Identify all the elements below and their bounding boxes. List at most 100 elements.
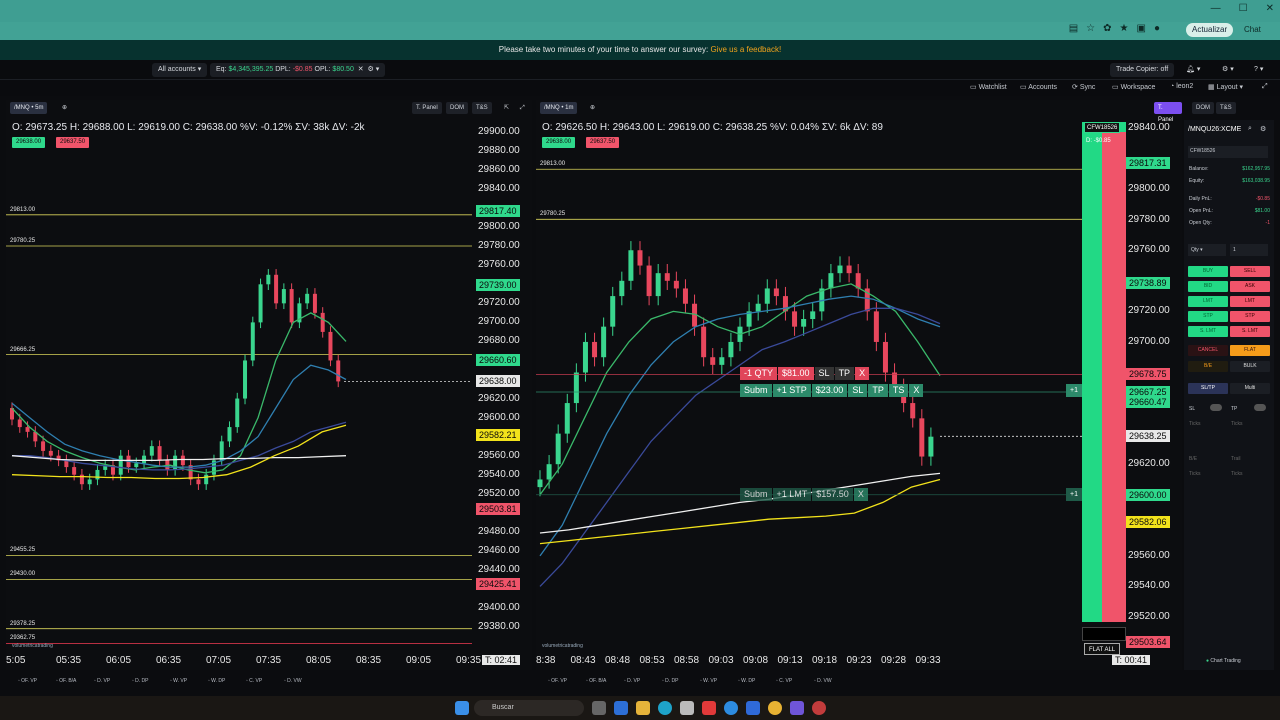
help-app-icon[interactable] <box>724 701 738 715</box>
footer-toggle[interactable]: ◦ C. VP <box>776 678 792 684</box>
gear-icon[interactable]: ⚙ ▾ <box>366 66 380 73</box>
qty-type-select[interactable]: Qty ▾ <box>1188 244 1226 256</box>
y-axis-tick: 29520.00 <box>478 487 520 499</box>
y-axis-tick: 29600.00 <box>478 411 520 423</box>
chat-button[interactable]: Chat <box>1238 23 1267 37</box>
y-axis-tick: 29760.00 <box>478 259 520 271</box>
extension-icon[interactable]: ✿ <box>1103 23 1111 34</box>
tp-toggle[interactable] <box>1254 404 1266 411</box>
order-stp-line[interactable]: Subm +1 STP $23.00 SL TP TS X <box>740 384 924 397</box>
layout-button[interactable]: ▦ Layout ▾ <box>1208 83 1243 91</box>
x-axis-tick: 07:35 <box>256 655 282 666</box>
accounts-button[interactable]: ▭ Accounts <box>1020 83 1057 91</box>
sync-button[interactable]: ⟳ Sync <box>1072 83 1095 91</box>
footer-toggle[interactable]: ◦ D. VP <box>624 678 640 684</box>
user-button[interactable]: ◔ leon2 <box>1170 83 1193 90</box>
footer-toggle[interactable]: ◦ D. VW <box>814 678 832 684</box>
trade-copier-button[interactable]: Trade Copier: off <box>1110 63 1175 77</box>
reading-icon[interactable]: ▤ <box>1069 23 1078 34</box>
discord-icon[interactable] <box>790 701 804 715</box>
candle <box>701 326 707 358</box>
accounts-select[interactable]: All accounts ▾ <box>152 63 208 77</box>
flat-button[interactable]: FLAT <box>1230 345 1270 356</box>
edge-icon[interactable] <box>658 701 672 715</box>
footer-toggle[interactable]: ◦ OF. VP <box>548 678 567 684</box>
footer-toggle[interactable]: ◦ W. VP <box>700 678 717 684</box>
flat-all-button[interactable]: FLAT ALL <box>1084 643 1121 655</box>
ask-button[interactable]: ASK <box>1230 281 1270 292</box>
watchlist-button[interactable]: ▭ Watchlist <box>970 83 1007 91</box>
footer-toggle[interactable]: ◦ OF. B/A <box>586 678 606 684</box>
footer-toggle[interactable]: ◦ D. DP <box>132 678 149 684</box>
order-lmt-line[interactable]: Subm +1 LMT $157.50 X <box>740 488 869 501</box>
taskbar-search[interactable]: Buscar <box>474 700 584 716</box>
footer-toggle[interactable]: ◦ OF. B/A <box>56 678 76 684</box>
maximize-icon[interactable]: ☐ <box>1239 3 1248 14</box>
footer-toggle[interactable]: ◦ D. DP <box>662 678 679 684</box>
sell-slmt-button[interactable]: S. LMT <box>1230 326 1270 337</box>
level-label: 29430.00 <box>10 571 36 578</box>
account-select[interactable]: CFW18526 <box>1188 146 1268 158</box>
search-icon[interactable]: ⌕ <box>1248 125 1252 133</box>
bell-icon[interactable]: 🔔︎ ▾ <box>1180 63 1206 77</box>
sltp-tab[interactable]: SL/TP <box>1188 383 1228 394</box>
buy-lmt-button[interactable]: LMT <box>1188 296 1228 307</box>
qty-input[interactable]: 1 <box>1230 244 1268 256</box>
help-icon[interactable]: ? ▾ <box>1248 63 1269 77</box>
update-button[interactable]: Actualizar <box>1186 23 1234 37</box>
chrome-icon[interactable] <box>768 701 782 715</box>
task-view-icon[interactable] <box>592 701 606 715</box>
footer-toggle[interactable]: ◦ D. VW <box>284 678 302 684</box>
cancel-button[interactable]: CANCEL <box>1188 345 1228 356</box>
y-axis-tick: 29800.00 <box>478 221 520 233</box>
x-axis-tick: 06:05 <box>106 655 132 666</box>
workspace-button[interactable]: ▭ Workspace <box>1112 83 1155 91</box>
buy-slmt-button[interactable]: S. LMT <box>1188 326 1228 337</box>
expand-icon[interactable]: ⤢ <box>1262 83 1268 91</box>
sl-toggle[interactable] <box>1210 404 1222 411</box>
footer-toggle[interactable]: ◦ C. VP <box>246 678 262 684</box>
settings-icon[interactable]: ⚙ ▾ <box>1216 63 1240 77</box>
store-icon[interactable] <box>680 701 694 715</box>
multi-tab[interactable]: Multi <box>1230 383 1270 394</box>
recorder-icon[interactable] <box>812 701 826 715</box>
windows-start-icon[interactable] <box>455 701 469 715</box>
close-icon[interactable]: ✕ <box>1266 3 1274 14</box>
app-icon[interactable] <box>702 701 716 715</box>
ts-button[interactable]: T&S <box>1216 102 1236 114</box>
candle <box>646 265 652 297</box>
feedback-link[interactable]: Give us a feedback! <box>710 45 781 54</box>
minimize-icon[interactable]: — <box>1211 3 1221 14</box>
collections-icon[interactable]: ▣ <box>1137 23 1146 34</box>
sell-lmt-button[interactable]: LMT <box>1230 296 1270 307</box>
buy-button[interactable]: BUY <box>1188 266 1228 277</box>
file-explorer-icon[interactable] <box>636 701 650 715</box>
sell-button[interactable]: SELL <box>1230 266 1270 277</box>
sell-stp-button[interactable]: STP <box>1230 311 1270 322</box>
footer-toggle[interactable]: ◦ OF. VP <box>18 678 37 684</box>
dom-button[interactable]: DOM <box>1192 102 1214 114</box>
left-price-chart[interactable] <box>6 100 532 670</box>
order-tp-line[interactable]: -1 QTY $81.00 SL TP X <box>740 367 870 380</box>
candle <box>637 250 643 266</box>
footer-toggle[interactable]: ◦ D. VP <box>94 678 110 684</box>
candle <box>258 284 263 323</box>
footer-toggle[interactable]: ◦ W. DP <box>738 678 755 684</box>
close-icon[interactable]: ✕ <box>356 66 364 73</box>
balance-label: Balance: <box>1189 166 1209 172</box>
copilot-icon[interactable] <box>614 701 628 715</box>
bid-button[interactable]: BID <box>1188 281 1228 292</box>
footer-toggle[interactable]: ◦ W. VP <box>170 678 187 684</box>
bulk-button[interactable]: BULK <box>1230 361 1270 372</box>
favorites-icon[interactable]: ★ <box>1120 23 1129 34</box>
breakeven-button[interactable]: B/E <box>1188 361 1228 372</box>
mail-icon[interactable] <box>746 701 760 715</box>
tp-button: TP <box>834 367 855 380</box>
buy-stp-button[interactable]: STP <box>1188 311 1228 322</box>
profile-icon[interactable]: ● <box>1154 23 1160 34</box>
gear-icon[interactable]: ⚙ <box>1260 125 1266 133</box>
position-bar[interactable]: CFW18526 D: -$0.85 <box>1082 122 1126 652</box>
favorite-icon[interactable]: ☆ <box>1086 23 1095 34</box>
footer-toggle[interactable]: ◦ W. DP <box>208 678 225 684</box>
y-axis-tick: 29860.00 <box>478 164 520 176</box>
